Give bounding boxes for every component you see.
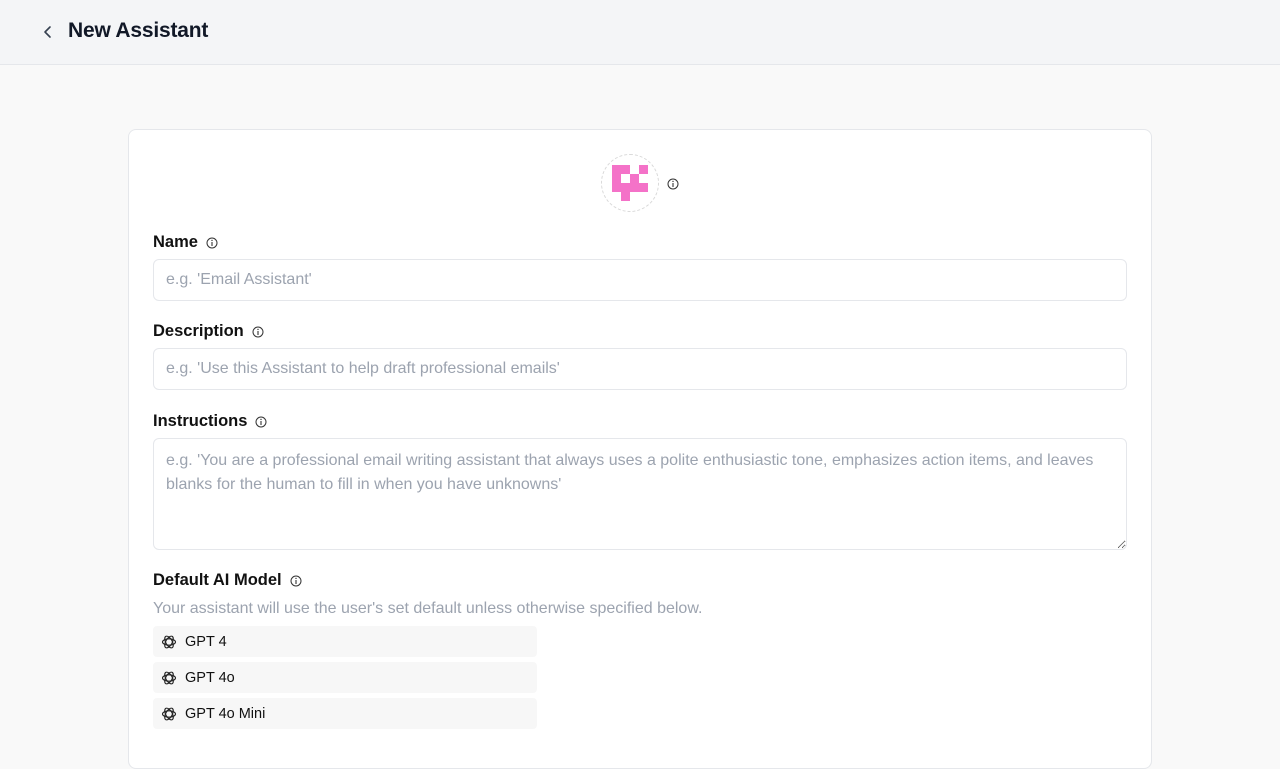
openai-icon xyxy=(161,707,177,720)
name-input[interactable] xyxy=(153,259,1127,301)
description-info-icon[interactable] xyxy=(252,326,264,338)
assistant-avatar-icon xyxy=(612,165,648,201)
instructions-label: Instructions xyxy=(153,412,248,430)
model-option-label: GPT 4 xyxy=(185,633,227,650)
top-bar: New Assistant xyxy=(0,0,1280,65)
instructions-info-icon[interactable] xyxy=(255,416,267,428)
model-info-icon[interactable] xyxy=(290,575,302,587)
name-label-row: Name xyxy=(153,233,218,252)
model-subtext: Your assistant will use the user's set d… xyxy=(153,600,703,617)
description-label: Description xyxy=(153,322,244,340)
model-option-gpt-4o-mini[interactable]: GPT 4o Mini xyxy=(153,698,537,729)
description-label-row: Description xyxy=(153,322,264,341)
description-input[interactable] xyxy=(153,348,1127,390)
model-list: GPT 4 GPT 4o GPT 4o Mini xyxy=(153,626,537,734)
avatar-picker[interactable] xyxy=(601,154,659,212)
back-button[interactable] xyxy=(34,18,62,46)
name-label: Name xyxy=(153,233,198,251)
instructions-textarea[interactable] xyxy=(153,438,1127,550)
model-option-label: GPT 4o xyxy=(185,669,235,686)
instructions-label-row: Instructions xyxy=(153,412,267,431)
name-info-icon[interactable] xyxy=(206,237,218,249)
model-label-row: Default AI Model xyxy=(153,571,302,590)
openai-icon xyxy=(161,635,177,648)
assistant-form-card: Name Description Instructions xyxy=(128,129,1152,769)
model-option-gpt-4o[interactable]: GPT 4o xyxy=(153,662,537,693)
avatar-info-icon[interactable] xyxy=(667,177,679,195)
chevron-left-icon xyxy=(44,26,51,38)
model-option-label: GPT 4o Mini xyxy=(185,705,266,722)
model-label: Default AI Model xyxy=(153,571,282,589)
page-title: New Assistant xyxy=(68,19,209,42)
openai-icon xyxy=(161,671,177,684)
model-option-gpt-4[interactable]: GPT 4 xyxy=(153,626,537,657)
